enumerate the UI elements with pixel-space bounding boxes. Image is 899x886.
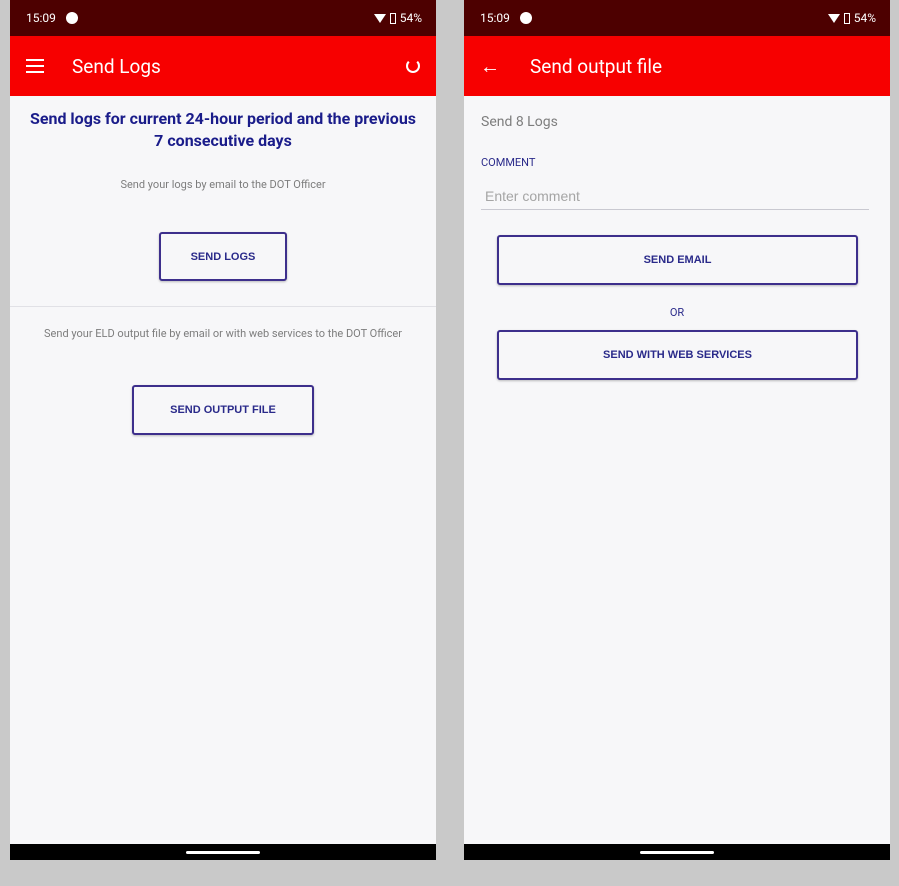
wifi-icon <box>373 13 386 23</box>
send-logs-button[interactable]: SEND LOGS <box>159 232 287 281</box>
send-output-file-button[interactable]: SEND OUTPUT FILE <box>132 385 314 435</box>
battery-icon <box>843 12 850 24</box>
send-web-services-button[interactable]: SEND WITH WEB SERVICES <box>497 330 858 380</box>
comment-input[interactable] <box>481 182 869 210</box>
send-logs-count: Send 8 Logs <box>481 114 558 130</box>
status-bar: 15:09 54% <box>464 0 890 36</box>
email-note: Send your logs by email to the DOT Offic… <box>120 178 326 191</box>
app-bar: ← Send output file <box>464 36 890 96</box>
send-logs-screen: 15:09 54% Send Logs Send logs for curren… <box>10 0 436 860</box>
send-logs-content: Send logs for current 24-hour period and… <box>10 108 436 435</box>
send-logs-headline: Send logs for current 24-hour period and… <box>29 109 416 150</box>
notification-icon <box>519 12 532 24</box>
home-indicator[interactable] <box>640 851 714 854</box>
navigation-bar <box>10 844 436 860</box>
status-time: 15:09 <box>480 11 510 25</box>
notification-icon <box>65 12 78 24</box>
back-arrow-icon[interactable]: ← <box>480 56 500 76</box>
comment-label: COMMENT <box>481 156 536 169</box>
send-email-button[interactable]: SEND EMAIL <box>497 235 858 285</box>
battery-percentage: 54% <box>399 11 422 25</box>
home-indicator[interactable] <box>186 851 260 854</box>
output-note: Send your ELD output file by email or wi… <box>44 327 402 340</box>
navigation-bar <box>464 844 890 860</box>
app-bar-title: Send Logs <box>72 54 161 78</box>
status-bar: 15:09 54% <box>10 0 436 36</box>
wifi-icon <box>827 13 840 23</box>
menu-icon[interactable] <box>26 59 44 73</box>
or-separator: OR <box>669 306 685 319</box>
status-time: 15:09 <box>26 11 56 25</box>
refresh-icon[interactable] <box>406 59 420 73</box>
send-output-content: Send 8 Logs COMMENT SEND EMAIL OR SEND W… <box>464 96 890 796</box>
app-bar-title: Send output file <box>530 54 663 78</box>
battery-percentage: 54% <box>853 11 876 25</box>
send-output-file-screen: 15:09 54% ← Send output file Send 8 Logs… <box>464 0 890 860</box>
section-divider <box>10 306 436 307</box>
app-bar: Send Logs <box>10 36 436 96</box>
battery-icon <box>389 12 396 24</box>
